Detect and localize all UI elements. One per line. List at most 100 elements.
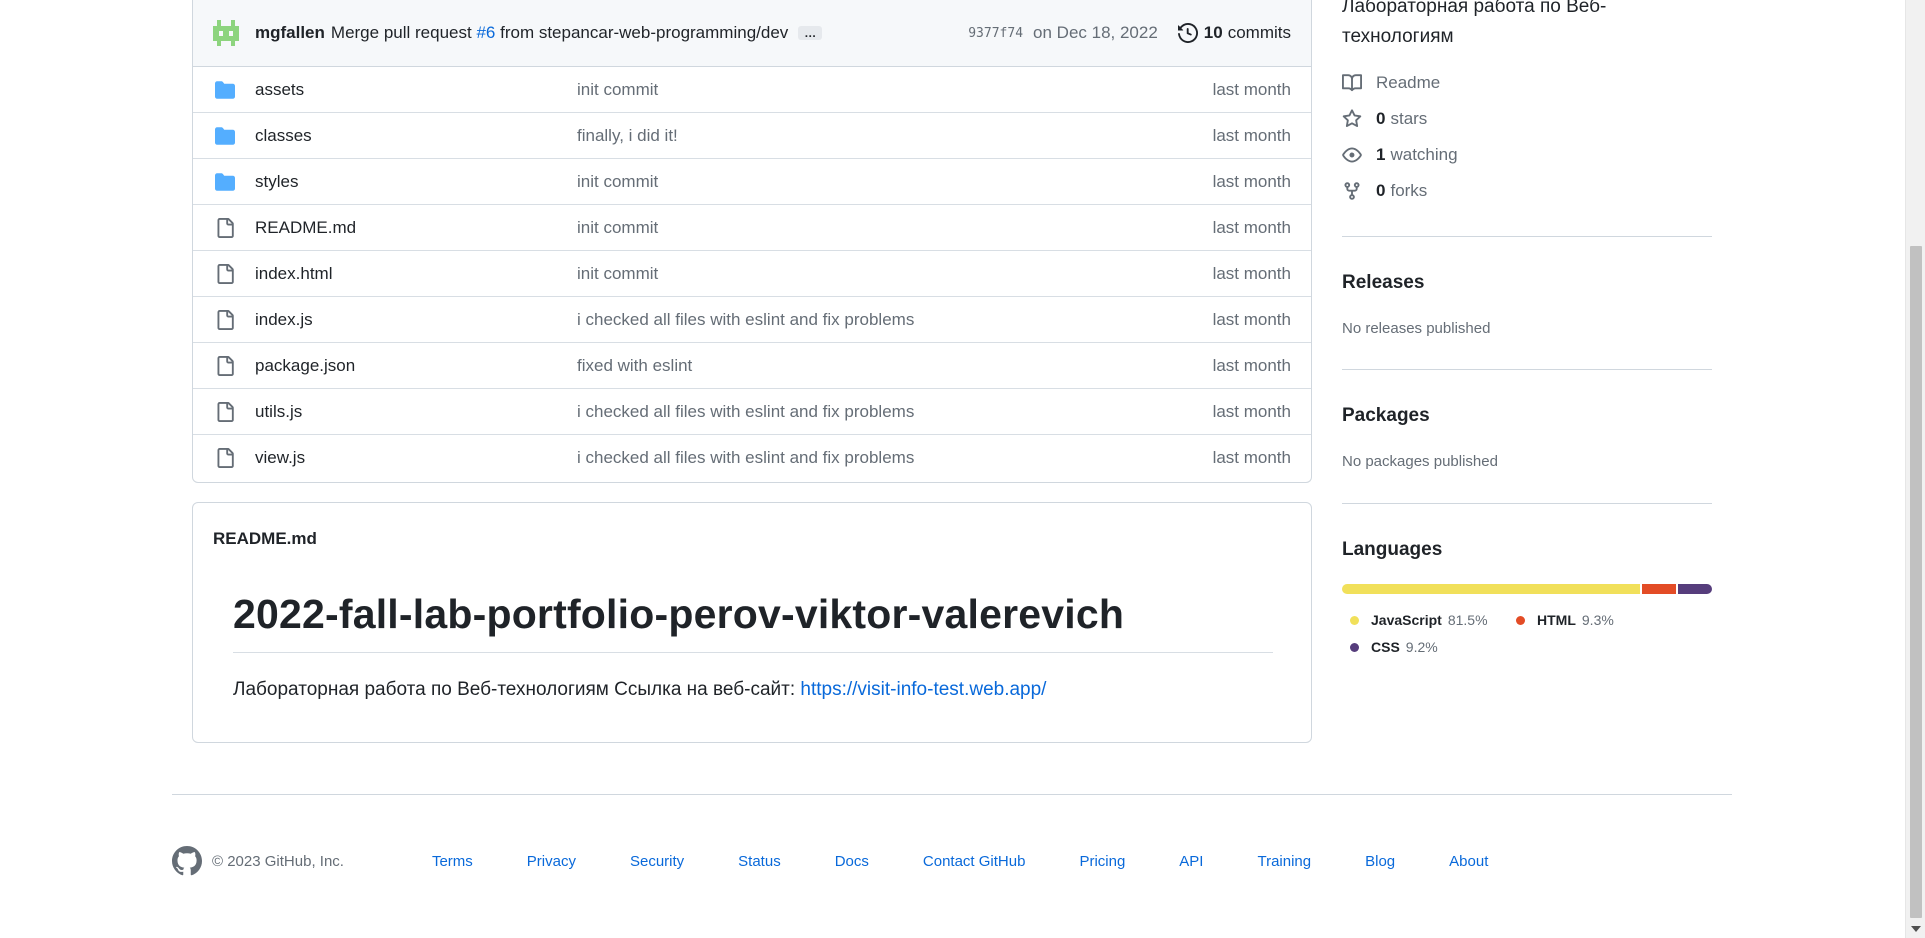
file-name-link[interactable]: index.js: [255, 310, 577, 330]
github-logo-icon[interactable]: [172, 846, 202, 876]
commit-history-link[interactable]: 10 commits: [1177, 23, 1291, 43]
footer-link-privacy[interactable]: Privacy: [527, 853, 576, 870]
language-dot-icon: [1350, 642, 1359, 652]
forks-count: 0: [1376, 181, 1386, 200]
file-row: index.html init commit last month: [193, 251, 1311, 297]
language-percent: 81.5%: [1447, 612, 1488, 628]
packages-empty-text: No packages published: [1342, 453, 1498, 470]
footer-link-terms[interactable]: Terms: [432, 853, 473, 870]
file-commit-age: last month: [1212, 263, 1291, 283]
commit-date[interactable]: on Dec 18, 2022: [1033, 23, 1158, 43]
commit-count: 10: [1203, 23, 1223, 42]
footer-link-api[interactable]: API: [1179, 853, 1203, 870]
readme-label: Readme: [1376, 73, 1441, 92]
site-footer: © 2023 GitHub, Inc. Terms Privacy Security…: [172, 846, 1542, 876]
folder-icon: [213, 80, 237, 100]
footer-link-about[interactable]: About: [1449, 853, 1488, 870]
packages-heading[interactable]: Packages: [1342, 405, 1430, 427]
page-scrollbar[interactable]: [1905, 0, 1925, 938]
file-commit-message[interactable]: i checked all files with eslint and fix …: [577, 402, 914, 421]
file-icon: [213, 355, 237, 376]
file-row: view.js i checked all files with eslint a…: [193, 435, 1311, 481]
file-name-link[interactable]: index.html: [255, 264, 577, 284]
readme-text: Лабораторная работа по Веб-технологиям С…: [233, 679, 801, 700]
releases-empty-text: No releases published: [1342, 320, 1491, 337]
author-avatar[interactable]: [211, 18, 241, 48]
file-commit-age: last month: [1212, 79, 1291, 99]
file-row: styles init commit last month: [193, 159, 1311, 205]
file-name-link[interactable]: utils.js: [255, 402, 577, 422]
expand-commit-button[interactable]: …: [798, 26, 823, 40]
language-bar-segment: [1342, 584, 1641, 594]
file-name-link[interactable]: classes: [255, 126, 577, 146]
file-row: README.md init commit last month: [193, 205, 1311, 251]
file-list: assets init commit last month classes finall…: [193, 67, 1311, 481]
commit-sha[interactable]: 9377f74: [968, 26, 1023, 41]
file-name-link[interactable]: package.json: [255, 356, 577, 376]
file-commit-message[interactable]: fixed with eslint: [577, 356, 692, 375]
file-commit-message[interactable]: init commit: [577, 172, 658, 191]
file-commit-message[interactable]: i checked all files with eslint and fix …: [577, 448, 914, 467]
star-icon: [1342, 109, 1362, 128]
file-commit-message[interactable]: init commit: [577, 264, 658, 283]
footer-link-blog[interactable]: Blog: [1365, 853, 1395, 870]
commit-message-suffix[interactable]: from stepancar-web-programming/dev: [500, 23, 788, 42]
file-row: package.json fixed with eslint last month: [193, 343, 1311, 389]
file-commit-message[interactable]: init commit: [577, 80, 658, 99]
sidebar-divider: [1342, 369, 1712, 370]
commit-author[interactable]: mgfallen: [255, 23, 325, 43]
file-commit-message[interactable]: finally, i did it!: [577, 126, 678, 145]
footer-link-contact-github[interactable]: Contact GitHub: [923, 853, 1026, 870]
scrollbar-thumb[interactable]: [1910, 246, 1922, 918]
languages-bar: [1342, 584, 1712, 594]
language-item[interactable]: JavaScript 81.5%: [1342, 612, 1488, 628]
footer-link-training[interactable]: Training: [1257, 853, 1311, 870]
file-name-link[interactable]: view.js: [255, 448, 577, 468]
file-row: index.js i checked all files with eslint …: [193, 297, 1311, 343]
file-commit-message[interactable]: i checked all files with eslint and fix …: [577, 310, 914, 329]
readme-website-link[interactable]: https://visit-info-test.web.app/: [800, 679, 1046, 700]
folder-icon: [213, 126, 237, 146]
languages-heading: Languages: [1342, 539, 1443, 560]
sidebar-divider: [1342, 236, 1712, 237]
readme-paragraph: Лабораторная работа по Веб-технологиям С…: [233, 679, 1046, 701]
file-icon: [213, 217, 237, 238]
language-item[interactable]: HTML 9.3%: [1508, 612, 1614, 628]
stars-count: 0: [1376, 109, 1386, 128]
commit-message[interactable]: Merge pull request #6 from stepancar-web…: [331, 23, 788, 43]
footer-link-security[interactable]: Security: [630, 853, 684, 870]
language-dot-icon: [1516, 615, 1525, 625]
language-item[interactable]: CSS 9.2%: [1342, 639, 1438, 655]
file-name-link[interactable]: assets: [255, 80, 577, 100]
latest-commit-bar: mgfallen Merge pull request #6 from step…: [193, 0, 1311, 67]
file-commit-age: last month: [1212, 309, 1291, 329]
fork-icon: [1344, 182, 1360, 200]
watchers-link[interactable]: 1 watching: [1342, 145, 1458, 165]
file-icon: [213, 448, 237, 468]
releases-heading[interactable]: Releases: [1342, 272, 1424, 294]
commit-message-prefix[interactable]: Merge pull request: [331, 23, 472, 42]
footer-link-status[interactable]: Status: [738, 853, 781, 870]
watching-count: 1: [1376, 145, 1386, 164]
watching-label: watching: [1390, 145, 1458, 164]
forks-link[interactable]: 0 forks: [1342, 181, 1427, 201]
file-row: assets init commit last month: [193, 67, 1311, 113]
footer-link-pricing[interactable]: Pricing: [1079, 853, 1125, 870]
stars-label: stars: [1390, 109, 1428, 128]
footer-link-docs[interactable]: Docs: [835, 853, 869, 870]
pull-request-link[interactable]: #6: [476, 23, 495, 42]
stars-link[interactable]: 0 stars: [1342, 109, 1427, 129]
language-name: HTML: [1537, 612, 1576, 628]
scroll-down-arrow-icon[interactable]: [1911, 926, 1921, 932]
readme-link[interactable]: Readme: [1342, 73, 1440, 93]
forks-label: forks: [1390, 181, 1428, 200]
file-icon: [213, 263, 237, 284]
file-row: classes finally, i did it! last month: [193, 113, 1311, 159]
file-commit-message[interactable]: init commit: [577, 218, 658, 237]
file-name-link[interactable]: README.md: [255, 218, 577, 238]
file-commit-age: last month: [1212, 355, 1291, 375]
readme-filename[interactable]: README.md: [213, 529, 317, 549]
file-name-link[interactable]: styles: [255, 172, 577, 192]
file-browser: mgfallen Merge pull request #6 from step…: [192, 0, 1312, 483]
file-commit-age: last month: [1212, 125, 1291, 145]
